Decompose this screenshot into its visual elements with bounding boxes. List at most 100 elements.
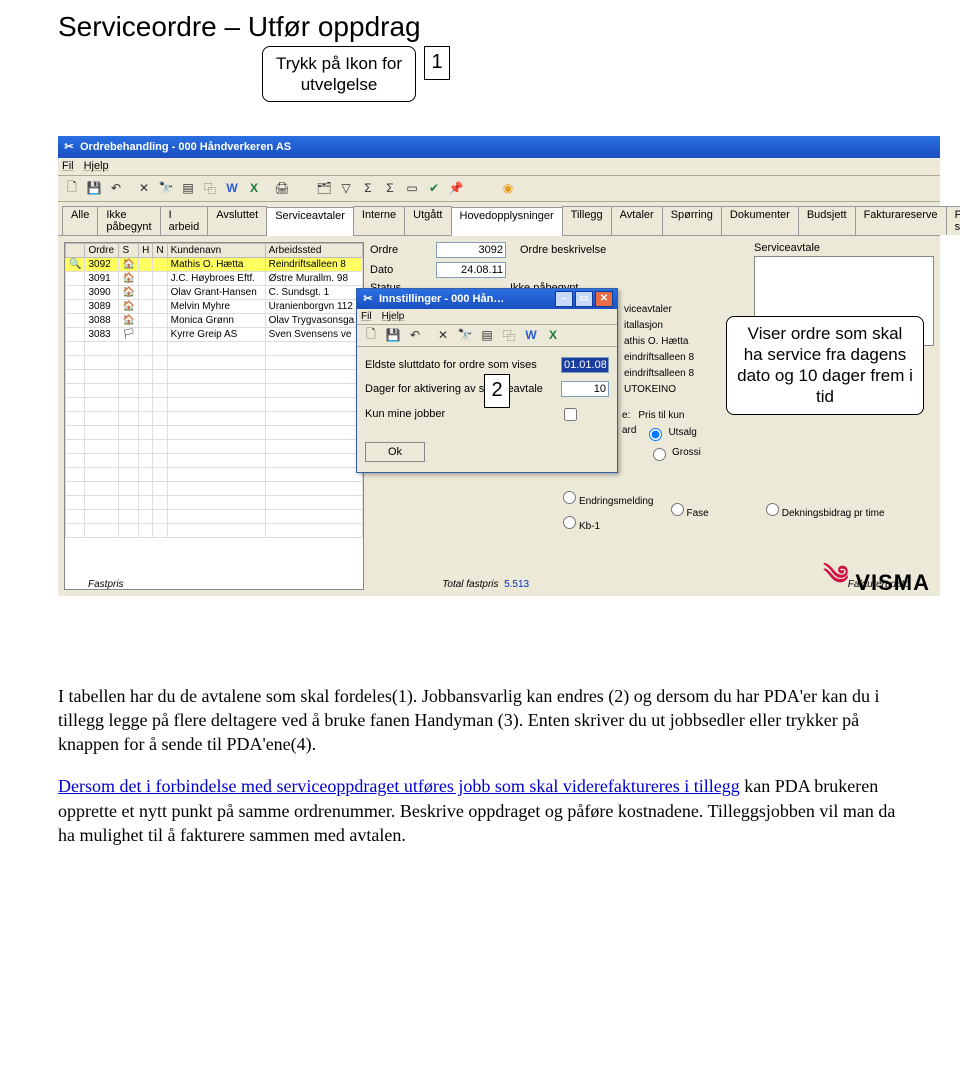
main-toolbar: 🗋 💾 ↶ ✕ 🔭 ▤ ⿻ W X 🖨 🗂 ▽ Σ Σ ▭ ✔ 📌 ◉ [58, 176, 940, 202]
bottom-radio-row: Endringsmelding Kb-1 Fase Dekningsbidrag… [558, 488, 885, 532]
table-row[interactable] [66, 467, 363, 481]
dlg-copy-icon[interactable]: ⿻ [499, 325, 519, 345]
menu-hjelp[interactable]: Hjelp [84, 160, 109, 172]
tab-avsluttet[interactable]: Avsluttet [207, 206, 267, 235]
dlg-list-icon[interactable]: ▤ [477, 325, 497, 345]
new-icon[interactable]: 🗋 [62, 178, 82, 198]
dlg-f1-input[interactable] [561, 357, 609, 373]
table-row[interactable] [66, 397, 363, 411]
radio-fase[interactable] [671, 503, 684, 516]
bottom-summary: Fastpris Total fastpris 5.513 Fakturert … [88, 579, 910, 590]
visma-logo: ༄ VISMA [823, 547, 930, 620]
table-row[interactable] [66, 425, 363, 439]
dlg-f2-input[interactable] [561, 381, 609, 397]
rtab-dokumenter[interactable]: Dokumenter [721, 206, 799, 235]
table-row[interactable] [66, 411, 363, 425]
table-row[interactable] [66, 523, 363, 537]
dialog-maximize-button[interactable]: ▭ [575, 291, 593, 307]
back-icon[interactable]: ↶ [106, 178, 126, 198]
dialog-minimize-button[interactable]: – [555, 291, 573, 307]
radio-endringsmelding[interactable] [563, 491, 576, 504]
dlg-f1-label: Eldste sluttdato for ordre som vises [365, 359, 537, 371]
radio-grossi[interactable] [653, 448, 666, 461]
tab-interne[interactable]: Interne [353, 206, 405, 235]
rtab-tillegg[interactable]: Tillegg [562, 206, 612, 235]
dlg-ok-button[interactable]: Ok [365, 442, 425, 462]
dlg-new-icon[interactable]: 🗋 [361, 325, 381, 345]
table-row[interactable]: 3083🏳Kyrre Greip ASSven Svensens ve [66, 327, 363, 341]
dlg-back-icon[interactable]: ↶ [405, 325, 425, 345]
table-row[interactable]: 3088🏠Monica GrønnOlav Trygvasonsga [66, 313, 363, 327]
table-row[interactable]: 3090🏠Olav Grant-HansenC. Sundsgt. 1 [66, 285, 363, 299]
dialog-close-button[interactable]: ✕ [595, 291, 613, 307]
table-row[interactable]: 3091🏠J.C. Høybroes Eftf.Østre Murallm. 9… [66, 271, 363, 285]
sigma2-icon[interactable]: Σ [380, 178, 400, 198]
menu-fil[interactable]: Fil [62, 160, 74, 172]
list-icon[interactable]: ▤ [178, 178, 198, 198]
radio-kb1[interactable] [563, 516, 576, 529]
description-link[interactable]: Dersom det i forbindelse med serviceoppd… [58, 776, 740, 796]
rtab-hovedopplysninger[interactable]: Hovedopplysninger [451, 207, 563, 236]
dlg-find-icon[interactable]: 🔭 [455, 325, 475, 345]
filter-icon[interactable]: ▽ [336, 178, 356, 198]
callout-number-2: 2 [484, 374, 510, 408]
pin-icon[interactable]: 📌 [446, 178, 466, 198]
excel-icon[interactable]: X [244, 178, 264, 198]
save-icon[interactable]: 💾 [84, 178, 104, 198]
table-row[interactable] [66, 481, 363, 495]
radio-dekningsbidrag[interactable] [766, 503, 779, 516]
dlg-f3-checkbox[interactable] [564, 408, 577, 421]
word-icon[interactable]: W [222, 178, 242, 198]
rtab-sporring[interactable]: Spørring [662, 206, 722, 235]
gear-icon: ✂ [361, 292, 375, 306]
radio-utsalg[interactable] [649, 428, 662, 441]
table-row[interactable] [66, 453, 363, 467]
input-dato[interactable] [436, 262, 506, 278]
tab-serviceavtaler[interactable]: Serviceavtaler [266, 207, 354, 236]
label-ordre: Ordre [370, 244, 432, 256]
dlg-word-icon[interactable]: W [521, 325, 541, 345]
rtab-budsjett[interactable]: Budsjett [798, 206, 856, 235]
tool-a-icon[interactable]: 🗂 [314, 178, 334, 198]
table-row[interactable]: 3089🏠Melvin MyhreUranienborgvn 112 [66, 299, 363, 313]
order-grid[interactable]: Ordre S H N Kundenavn Arbeidssted 🔍3092🏠… [64, 242, 364, 590]
visma-swirl-icon: ༄ [823, 547, 849, 620]
input-ordre[interactable] [436, 242, 506, 258]
table-row[interactable] [66, 495, 363, 509]
table-row[interactable] [66, 341, 363, 355]
delete-icon[interactable]: ✕ [134, 178, 154, 198]
main-window-titlebar: ✂ Ordrebehandling - 000 Håndverkeren AS [58, 136, 940, 158]
rtab-avtaler[interactable]: Avtaler [611, 206, 663, 235]
tab-ikke-pabegynt[interactable]: Ikke påbegynt [97, 206, 160, 235]
table-row[interactable] [66, 439, 363, 453]
sigma-icon[interactable]: Σ [358, 178, 378, 198]
tab-i-arbeid[interactable]: I arbeid [160, 206, 209, 235]
dlg-save-icon[interactable]: 💾 [383, 325, 403, 345]
print-icon[interactable]: 🖨 [272, 178, 292, 198]
table-row[interactable]: 🔍3092🏠Mathis O. HættaReindriftsalleen 8 [66, 257, 363, 271]
rtab-priser-service[interactable]: Priser service [946, 206, 960, 235]
main-tabs: Alle Ikke påbegynt I arbeid Avsluttet Se… [58, 202, 940, 236]
dlg-f2-label: Dager for aktivering av serviceavtale [365, 383, 543, 395]
table-row[interactable] [66, 355, 363, 369]
table-row[interactable] [66, 509, 363, 523]
dlg-excel-icon[interactable]: X [543, 325, 563, 345]
rtab-fakturareserve[interactable]: Fakturareserve [855, 206, 947, 235]
dlg-delete-icon[interactable]: ✕ [433, 325, 453, 345]
tab-utgatt[interactable]: Utgått [404, 206, 451, 235]
dialog-menu-fil[interactable]: Fil [361, 311, 372, 322]
workspace: Ordre S H N Kundenavn Arbeidssted 🔍3092🏠… [58, 236, 940, 596]
main-menubar[interactable]: Fil Hjelp [58, 158, 940, 176]
find-icon[interactable]: 🔭 [156, 178, 176, 198]
table-row[interactable] [66, 369, 363, 383]
label-serviceavtale: Serviceavtale [754, 242, 934, 254]
dialog-title: Innstillinger - 000 Hån… [379, 293, 504, 305]
dialog-menu-hjelp[interactable]: Hjelp [382, 311, 405, 322]
copy-icon[interactable]: ⿻ [200, 178, 220, 198]
check-icon[interactable]: ✔ [424, 178, 444, 198]
table-row[interactable] [66, 383, 363, 397]
card-icon[interactable]: ▭ [402, 178, 422, 198]
tab-alle[interactable]: Alle [62, 206, 98, 235]
select-glow-icon[interactable]: ◉ [498, 178, 518, 198]
callout-top: Trykk på Ikon for utvelgelse [262, 46, 416, 103]
